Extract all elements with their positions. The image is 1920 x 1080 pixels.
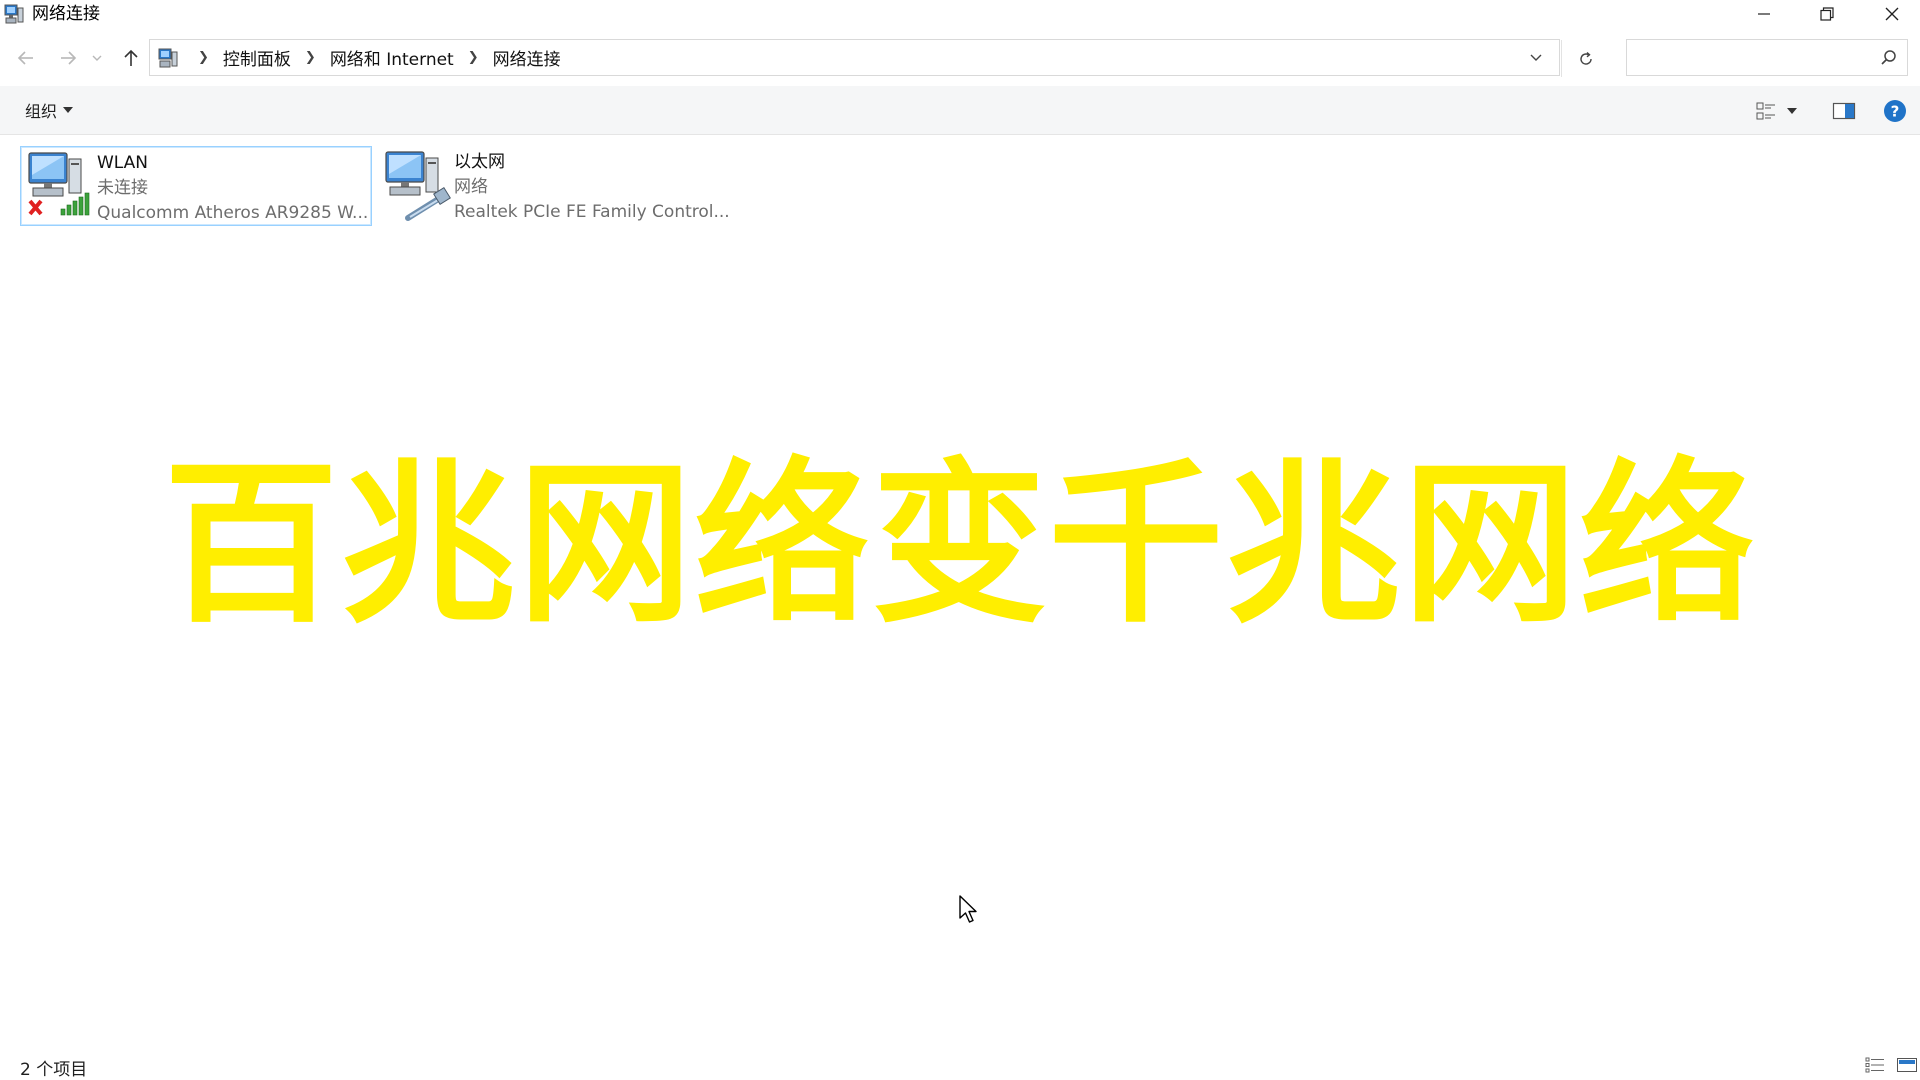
breadcrumb-network-internet[interactable]: 网络和 Internet: [330, 45, 454, 70]
minimize-button[interactable]: [1734, 0, 1794, 28]
overlay-caption: 百兆网络变千兆网络: [163, 444, 1757, 647]
ethernet-adapter-icon: [385, 151, 451, 221]
item-status: 网络: [454, 177, 488, 197]
chevron-down-icon: [92, 55, 102, 61]
breadcrumb: ❯ 控制面板 ❯ 网络和 Internet ❯ 网络连接: [184, 40, 561, 75]
breadcrumb-separator-icon[interactable]: ❯: [468, 50, 479, 65]
signal-bars-icon: [60, 192, 90, 216]
breadcrumb-separator-icon[interactable]: ❯: [198, 50, 209, 65]
item-name: 以太网: [454, 152, 505, 172]
network-connections-app-icon: [4, 4, 24, 24]
list-item-wlan[interactable]: WLAN 未连接 Qualcomm Atheros AR9285 W...: [20, 146, 372, 226]
search-icon[interactable]: [1879, 48, 1899, 68]
large-icons-view-icon[interactable]: [1896, 1056, 1918, 1074]
command-bar: 组织 ?: [0, 86, 1920, 135]
recent-locations-button[interactable]: [88, 44, 106, 72]
restore-icon: [1820, 7, 1834, 21]
preview-pane-button[interactable]: [1832, 98, 1856, 124]
navigation-bar: ❯ 控制面板 ❯ 网络和 Internet ❯ 网络连接: [0, 30, 1920, 86]
wireless-adapter-icon: [28, 152, 90, 216]
search-box[interactable]: [1626, 39, 1908, 76]
item-name: WLAN: [97, 153, 149, 173]
close-icon: [1885, 7, 1899, 21]
disconnected-x-icon: [28, 199, 43, 216]
item-device: Qualcomm Atheros AR9285 W...: [97, 203, 369, 223]
minimize-icon: [1758, 13, 1770, 15]
item-details: WLAN 未连接 Qualcomm Atheros AR9285 W...: [97, 147, 368, 225]
title-bar: 网络连接: [0, 0, 1920, 30]
breadcrumb-control-panel[interactable]: 控制面板: [223, 45, 291, 70]
control-panel-icon: [158, 48, 178, 68]
search-input[interactable]: [1633, 45, 1863, 71]
change-view-button[interactable]: [1755, 98, 1797, 124]
details-view-icon[interactable]: [1864, 1056, 1886, 1074]
caret-down-icon: [63, 107, 74, 113]
address-history-button[interactable]: [1522, 40, 1550, 75]
breadcrumb-separator-icon[interactable]: ❯: [305, 50, 316, 65]
chevron-down-icon: [1530, 54, 1542, 61]
arrow-left-icon: [17, 51, 33, 65]
svg-text:?: ?: [1891, 103, 1900, 121]
refresh-icon: [1579, 51, 1592, 65]
caret-down-icon: [1787, 108, 1797, 114]
item-count: 2 个项目: [20, 1060, 88, 1080]
close-button[interactable]: [1862, 0, 1920, 28]
window-title: 网络连接: [32, 4, 100, 24]
item-device: Realtek PCIe FE Family Control...: [454, 202, 730, 222]
view-options-icon: [1756, 102, 1775, 120]
status-bar: 2 个项目: [0, 1050, 1920, 1080]
organize-label: 组织: [25, 102, 58, 121]
arrow-right-icon: [61, 51, 77, 65]
network-connections-window: 网络连接 ❯ 控制面板 ❯ 网络和 Internet ❯ 网络连接 组织 ? W…: [0, 0, 1920, 1080]
mouse-cursor-icon: [959, 895, 977, 923]
item-status: 未连接: [97, 178, 148, 198]
help-icon: ?: [1884, 100, 1906, 122]
arrow-up-icon: [124, 49, 138, 66]
refresh-button[interactable]: [1561, 40, 1609, 77]
breadcrumb-network-connections[interactable]: 网络连接: [493, 45, 561, 70]
back-button[interactable]: [12, 44, 40, 72]
help-button[interactable]: ?: [1882, 98, 1908, 124]
item-details: 以太网 网络 Realtek PCIe FE Family Control...: [454, 146, 730, 226]
file-list-view: WLAN 未连接 Qualcomm Atheros AR9285 W... 以太…: [0, 136, 1920, 1046]
list-item-ethernet[interactable]: 以太网 网络 Realtek PCIe FE Family Control...: [378, 146, 730, 226]
address-bar[interactable]: ❯ 控制面板 ❯ 网络和 Internet ❯ 网络连接: [149, 39, 1592, 77]
up-button[interactable]: [117, 44, 145, 72]
preview-pane-icon: [1832, 102, 1856, 120]
restore-button[interactable]: [1797, 0, 1857, 28]
forward-button[interactable]: [54, 44, 82, 72]
organize-menu-button[interactable]: 组织: [25, 98, 74, 122]
